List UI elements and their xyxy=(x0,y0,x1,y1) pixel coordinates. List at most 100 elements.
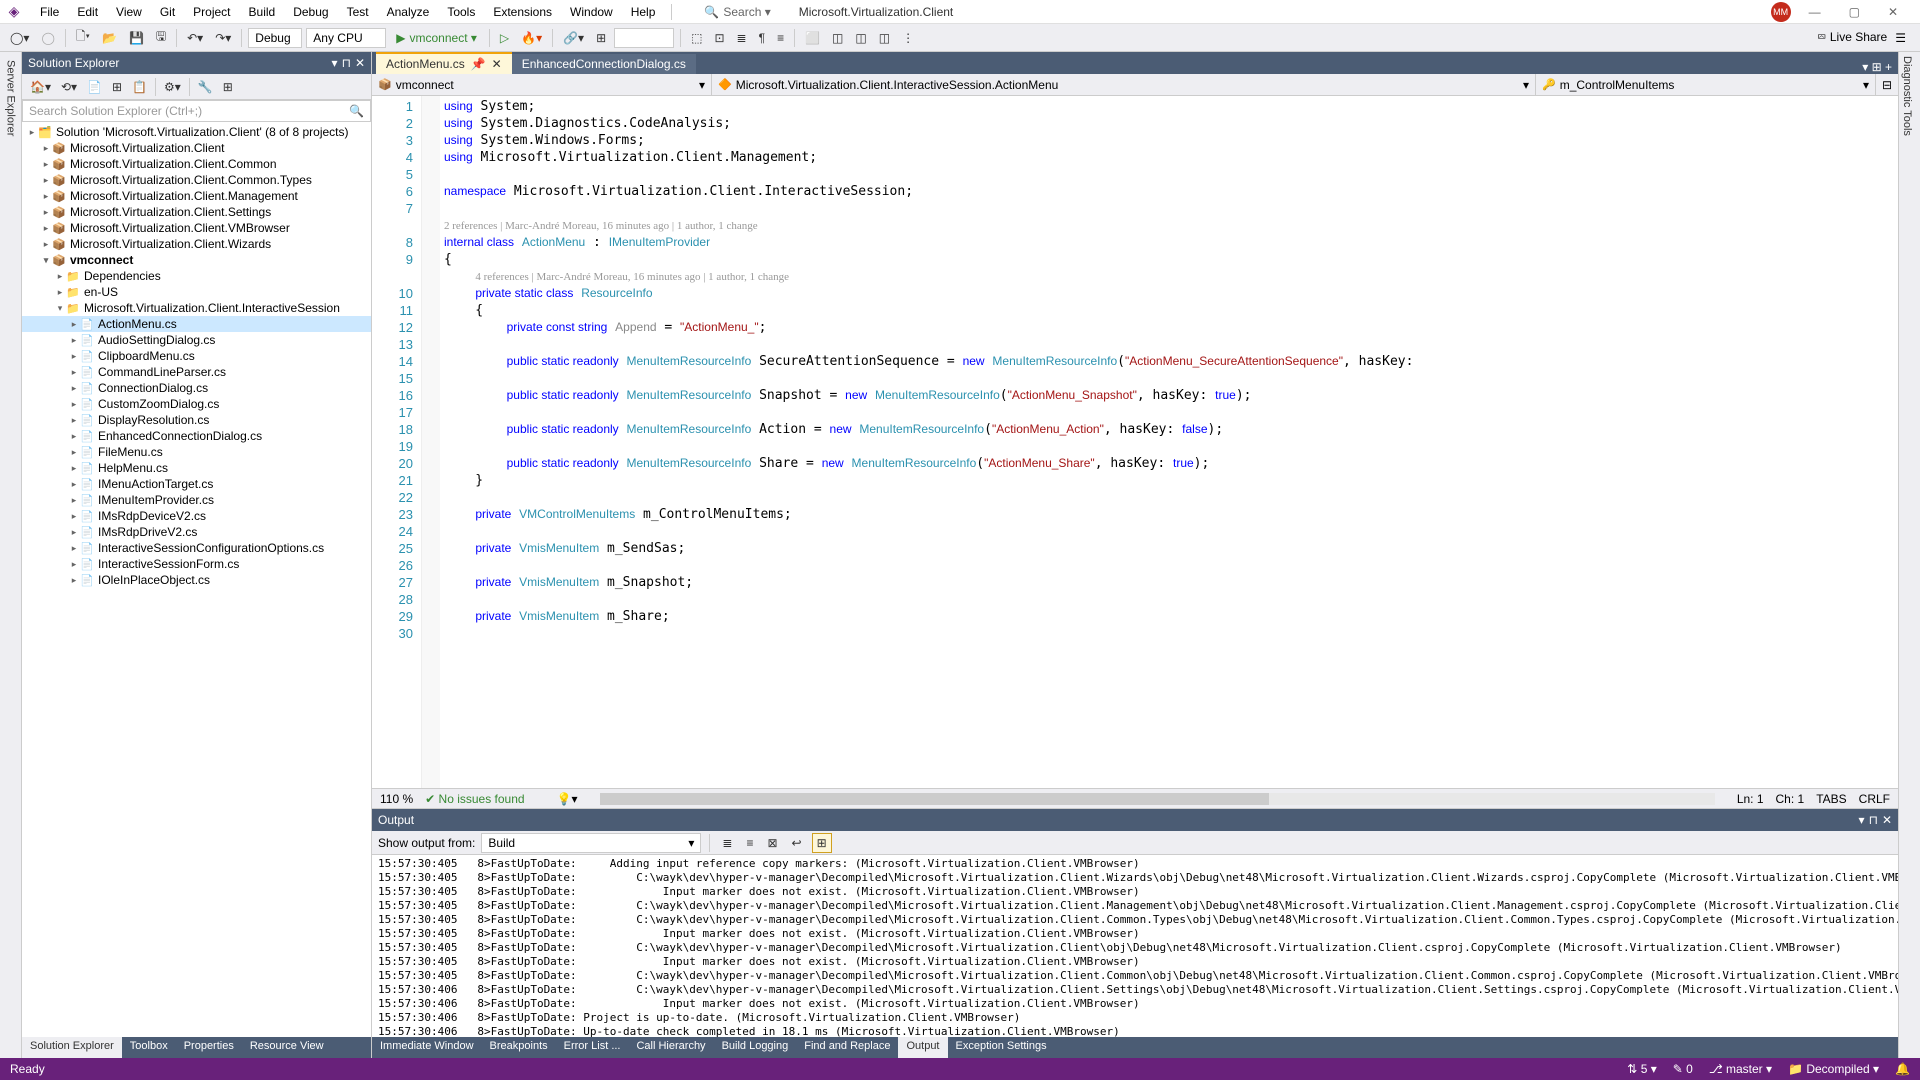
menu-window[interactable]: Window xyxy=(562,1,621,23)
menu-test[interactable]: Test xyxy=(339,1,377,23)
code-editor[interactable]: 1234567891011121314151617181920212223242… xyxy=(372,96,1898,788)
tree-item[interactable]: ▸📦Microsoft.Virtualization.Client.Wizard… xyxy=(22,236,371,252)
out-icon-2[interactable]: ≡ xyxy=(742,834,757,852)
tree-item[interactable]: ▸📄IOleInPlaceObject.cs xyxy=(22,572,371,588)
tree-item[interactable]: ▸📦Microsoft.Virtualization.Client.VMBrow… xyxy=(22,220,371,236)
ln-indicator[interactable]: Ln: 1 xyxy=(1737,792,1764,806)
nav-member[interactable]: 🔑 m_ControlMenuItems▾ xyxy=(1536,74,1876,95)
explorer-tree[interactable]: ▸🗂️Solution 'Microsoft.Virtualization.Cl… xyxy=(22,122,371,1037)
maximize-button[interactable]: ▢ xyxy=(1839,1,1870,23)
tree-item[interactable]: ▸📁en-US xyxy=(22,284,371,300)
se-home-icon[interactable]: 🏠▾ xyxy=(26,78,55,96)
nav-back-button[interactable]: ◯▾ xyxy=(6,29,33,47)
se-sync-icon[interactable]: ⟲▾ xyxy=(57,78,81,96)
menu-git[interactable]: Git xyxy=(152,1,183,23)
diagnostic-tools-tab[interactable]: Diagnostic Tools xyxy=(1899,52,1915,140)
output-tab[interactable]: Exception Settings xyxy=(948,1037,1055,1058)
out-icon-1[interactable]: ≣ xyxy=(718,834,736,852)
tb-icon-9[interactable]: ◫ xyxy=(875,29,894,47)
menu-extensions[interactable]: Extensions xyxy=(485,1,560,23)
tb-icon-3[interactable]: ⊡ xyxy=(710,29,728,47)
menu-build[interactable]: Build xyxy=(241,1,284,23)
output-tab[interactable]: Output xyxy=(898,1037,947,1058)
tree-item[interactable]: ▸📄DisplayResolution.cs xyxy=(22,412,371,428)
panel-tab[interactable]: Solution Explorer xyxy=(22,1037,122,1058)
tree-item[interactable]: ▸📄EnhancedConnectionDialog.cs xyxy=(22,428,371,444)
platform-dropdown[interactable]: Any CPU xyxy=(306,28,386,48)
config-dropdown[interactable]: Debug xyxy=(248,28,302,48)
tree-item[interactable]: ▾📁Microsoft.Virtualization.Client.Intera… xyxy=(22,300,371,316)
tb-icon-6[interactable]: ≡ xyxy=(773,29,788,47)
status-sync[interactable]: ⇅ 5 ▾ xyxy=(1627,1062,1656,1076)
se-icon-5[interactable]: 📋 xyxy=(128,78,151,96)
tree-item[interactable]: ▸📄FileMenu.cs xyxy=(22,444,371,460)
new-project-icon[interactable]: 🗋▾ xyxy=(72,25,94,50)
panel-tab[interactable]: Toolbox xyxy=(122,1037,176,1058)
menu-view[interactable]: View xyxy=(108,1,150,23)
pin-icon[interactable]: 📌 xyxy=(471,57,486,71)
hot-reload-icon[interactable]: 🔥▾ xyxy=(517,29,546,47)
tree-item[interactable]: ▸📄IMenuActionTarget.cs xyxy=(22,476,371,492)
se-icon-8[interactable]: ⊞ xyxy=(219,78,237,96)
output-tab[interactable]: Call Hierarchy xyxy=(628,1037,713,1058)
split-icon[interactable]: ⊟ xyxy=(1876,74,1898,95)
tree-item[interactable]: ▸📄InteractiveSessionConfigurationOptions… xyxy=(22,540,371,556)
tree-item[interactable]: ▸📄ClipboardMenu.cs xyxy=(22,348,371,364)
bookmark-icon[interactable]: ⬜ xyxy=(801,29,824,47)
panel-tab[interactable]: Resource View xyxy=(242,1037,332,1058)
explorer-search[interactable]: Search Solution Explorer (Ctrl+;) 🔍 xyxy=(22,100,371,122)
nav-fwd-button[interactable]: ◯ xyxy=(37,29,58,47)
open-icon[interactable]: 📂 xyxy=(98,29,121,47)
file-tab-inactive[interactable]: EnhancedConnectionDialog.cs xyxy=(512,54,696,74)
tb-icon-7[interactable]: ◫ xyxy=(828,29,847,47)
out-clear-icon[interactable]: ⊞ xyxy=(812,833,832,853)
crlf-indicator[interactable]: CRLF xyxy=(1859,792,1890,806)
output-tab[interactable]: Immediate Window xyxy=(372,1037,482,1058)
output-tab[interactable]: Find and Replace xyxy=(796,1037,898,1058)
tree-item[interactable]: ▸📄HelpMenu.cs xyxy=(22,460,371,476)
out-icon-3[interactable]: ⊠ xyxy=(763,834,781,852)
tree-item[interactable]: ▸📦Microsoft.Virtualization.Client.Manage… xyxy=(22,188,371,204)
undo-icon[interactable]: ↶▾ xyxy=(183,29,207,47)
tab-overflow-icon[interactable]: ▾ ⊞ + xyxy=(1856,60,1898,74)
panel-pin-icon[interactable]: ⊓ xyxy=(342,56,351,70)
tree-item[interactable]: ▸📄AudioSettingDialog.cs xyxy=(22,332,371,348)
tree-item[interactable]: ▸📦Microsoft.Virtualization.Client.Common xyxy=(22,156,371,172)
avatar[interactable]: MM xyxy=(1771,2,1791,22)
tree-item[interactable]: ▸🗂️Solution 'Microsoft.Virtualization.Cl… xyxy=(22,124,371,140)
menu-help[interactable]: Help xyxy=(623,1,664,23)
menu-tools[interactable]: Tools xyxy=(439,1,483,23)
tree-item[interactable]: ▸📄CustomZoomDialog.cs xyxy=(22,396,371,412)
status-branch[interactable]: ⎇ master ▾ xyxy=(1709,1062,1772,1076)
tree-item[interactable]: ▸📄CommandLineParser.cs xyxy=(22,364,371,380)
minimize-button[interactable]: — xyxy=(1799,1,1831,23)
se-icon-3[interactable]: 📄 xyxy=(83,78,106,96)
tree-item[interactable]: ▸📄ConnectionDialog.cs xyxy=(22,380,371,396)
menu-debug[interactable]: Debug xyxy=(285,1,336,23)
tabs-indicator[interactable]: TABS xyxy=(1816,792,1846,806)
output-tab[interactable]: Error List ... xyxy=(556,1037,629,1058)
out-close-icon[interactable]: ✕ xyxy=(1882,813,1892,827)
panel-close-icon[interactable]: ✕ xyxy=(355,56,365,70)
hscroll[interactable] xyxy=(600,793,1715,805)
tree-item[interactable]: ▾📦vmconnect xyxy=(22,252,371,268)
find-dropdown[interactable] xyxy=(614,28,674,48)
start-nodbg-icon[interactable]: ▷ xyxy=(496,29,513,47)
tree-item[interactable]: ▸📦Microsoft.Virtualization.Client.Settin… xyxy=(22,204,371,220)
menu-project[interactable]: Project xyxy=(185,1,238,23)
tree-item[interactable]: ▸📦Microsoft.Virtualization.Client xyxy=(22,140,371,156)
output-tab[interactable]: Breakpoints xyxy=(482,1037,556,1058)
close-button[interactable]: ✕ xyxy=(1878,1,1908,23)
menu-file[interactable]: File xyxy=(32,1,67,23)
tb-icon-8[interactable]: ◫ xyxy=(851,29,870,47)
live-share-icon[interactable]: ⮹ Live Share xyxy=(1817,30,1887,45)
tb-icon-4[interactable]: ≣ xyxy=(733,29,751,47)
tree-item[interactable]: ▸📦Microsoft.Virtualization.Client.Common… xyxy=(22,172,371,188)
zoom-level[interactable]: 110 % xyxy=(380,792,413,806)
tb-icon-10[interactable]: ⋮ xyxy=(898,29,918,47)
save-icon[interactable]: 💾 xyxy=(125,29,148,47)
tb-icon-1[interactable]: ⊞ xyxy=(592,29,610,47)
se-icon-6[interactable]: ⚙▾ xyxy=(160,78,185,96)
output-content[interactable]: 15:57:30:405 8>FastUpToDate: Adding inpu… xyxy=(372,855,1898,1037)
menu-analyze[interactable]: Analyze xyxy=(379,1,438,23)
